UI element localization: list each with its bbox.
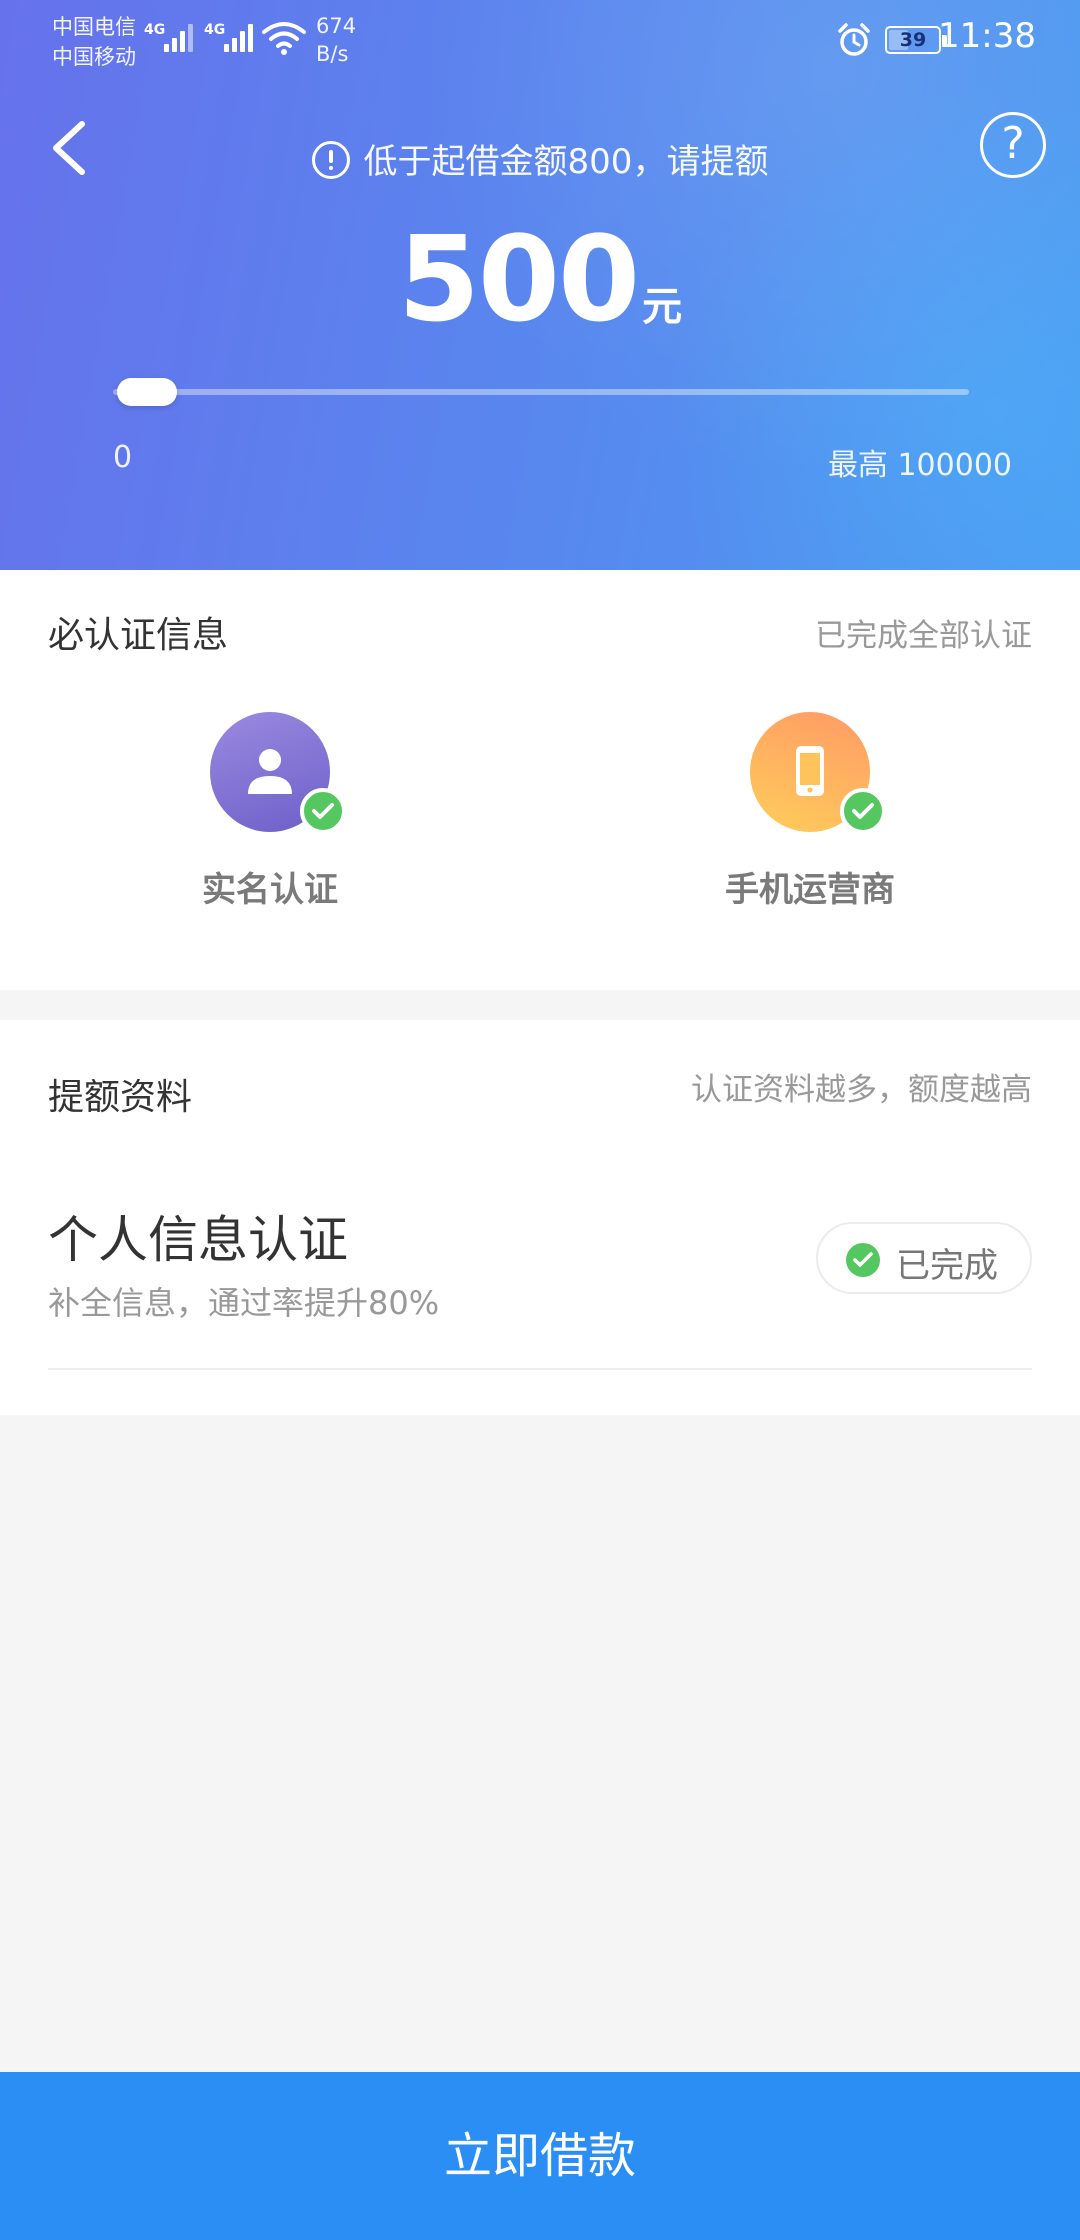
min-amount-notice: 低于起借金额800，请提额	[0, 134, 1080, 183]
cert-icon-circle	[750, 712, 886, 834]
cert-icon-circle	[210, 712, 346, 834]
range-max: 最高 100000	[827, 448, 1012, 483]
info-icon	[311, 141, 350, 179]
section-hint: 认证资料越多，额度越高	[691, 1072, 1032, 1108]
notice-text: 低于起借金额800，请提额	[363, 142, 769, 182]
cert-real-name[interactable]: 实名认证	[150, 712, 390, 911]
clock: 11:38	[938, 16, 1036, 56]
loan-amount: 500 元	[0, 210, 1080, 348]
carrier-2: 中国移动	[52, 45, 136, 69]
net-speed-unit: B/s	[316, 42, 349, 66]
net-speed-value: 674	[316, 14, 357, 38]
borrow-now-button[interactable]: 立即借款	[0, 2072, 1080, 2240]
battery-level: 39	[899, 29, 927, 51]
carrier-names: 中国电信 中国移动	[52, 12, 136, 72]
section-status: 已完成全部认证	[815, 618, 1032, 654]
check-icon	[300, 788, 346, 834]
required-cert-section: 必认证信息 已完成全部认证 实名认证 手机运营商	[0, 570, 1080, 990]
cert-mobile-carrier[interactable]: 手机运营商	[690, 712, 930, 911]
section-title: 提额资料	[48, 1077, 193, 1118]
cert-label: 实名认证	[202, 870, 338, 910]
item-title: 个人信息认证	[48, 1211, 348, 1269]
boost-material-section: 提额资料 认证资料越多，额度越高 个人信息认证 补全信息，通过率提升80% 已完…	[0, 1020, 1080, 1415]
range-min: 0	[113, 440, 133, 475]
divider	[48, 1368, 1032, 1370]
signal-1-icon: 4G	[144, 18, 200, 56]
header: 中国电信 中国移动 4G 4G 674 B/s 39 11:38 ? 低于起借金…	[0, 0, 1080, 570]
amount-unit: 元	[642, 284, 683, 330]
badge-label: 已完成	[896, 1246, 998, 1286]
person-icon	[248, 749, 292, 794]
wifi-icon	[262, 22, 306, 55]
network-type: 4G	[144, 22, 166, 38]
check-icon	[846, 1243, 880, 1277]
status-bar: 中国电信 中国移动 4G 4G 674 B/s 39 11:38	[0, 0, 1080, 80]
phone-icon	[796, 746, 824, 796]
net-speed: 674 B/s	[316, 12, 356, 68]
carrier-1: 中国电信	[52, 15, 136, 39]
amount-value: 500	[397, 210, 640, 348]
check-icon	[840, 788, 886, 834]
network-type: 4G	[204, 22, 226, 38]
battery-icon: 39	[885, 26, 947, 54]
slider-thumb[interactable]	[117, 378, 178, 406]
cert-label: 手机运营商	[725, 870, 895, 910]
alarm-icon	[838, 23, 870, 56]
item-desc: 补全信息，通过率提升80%	[48, 1284, 440, 1322]
amount-slider[interactable]	[113, 378, 969, 408]
slider-track[interactable]	[113, 389, 969, 395]
completed-badge[interactable]: 已完成	[816, 1222, 1032, 1294]
section-title: 必认证信息	[48, 615, 229, 656]
signal-2-icon: 4G	[204, 18, 260, 56]
